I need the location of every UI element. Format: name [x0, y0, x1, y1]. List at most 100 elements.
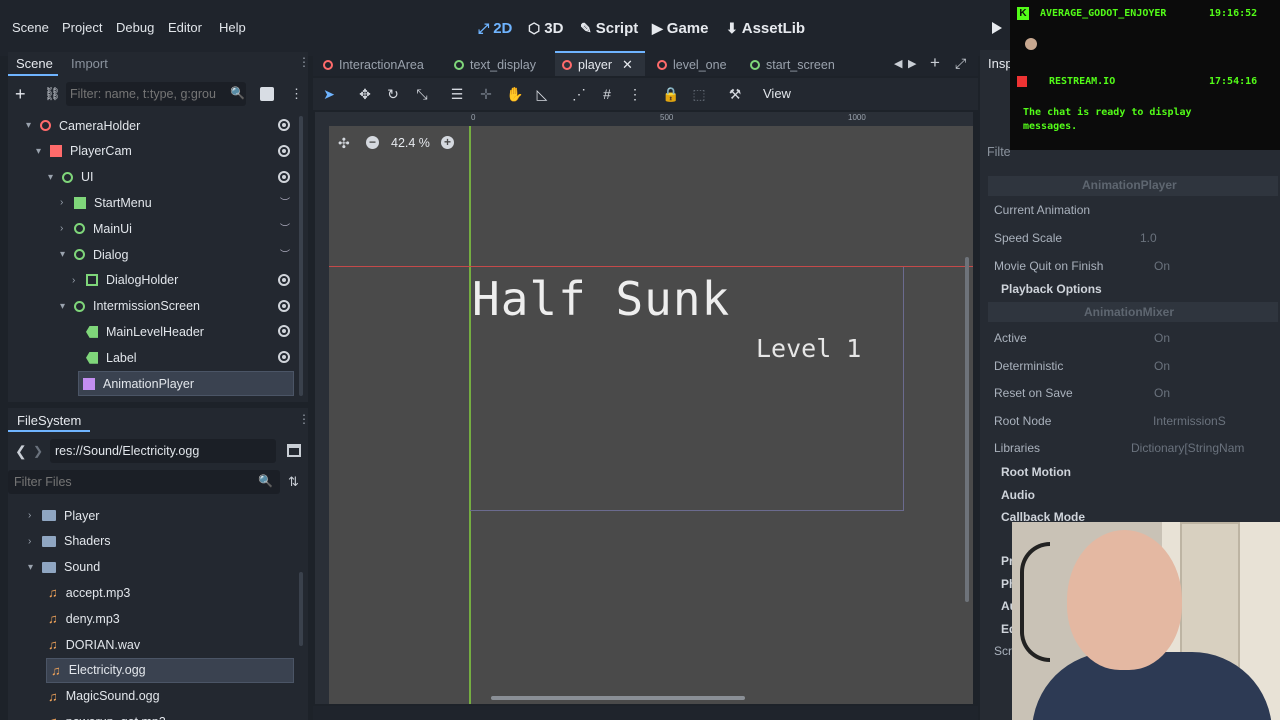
ruler-tool-icon[interactable]: ◺: [533, 85, 551, 103]
lock-icon[interactable]: 🔒: [662, 85, 680, 103]
dock-menu-icon[interactable]: ⋮: [298, 412, 310, 426]
inspector-filter[interactable]: Filte: [987, 145, 1011, 159]
workspace-script-button[interactable]: ✎ Script: [580, 20, 638, 37]
scene-node-animationplayer[interactable]: AnimationPlayer: [78, 371, 294, 396]
scene-node-startmenu[interactable]: › StartMenu ︶: [8, 190, 300, 215]
chevron-icon[interactable]: ›: [28, 510, 40, 521]
visibility-eye-icon[interactable]: [278, 144, 290, 157]
back-arrow-icon[interactable]: ❮: [15, 443, 27, 460]
inspector-property-value[interactable]: On: [1154, 259, 1170, 273]
inspector-property-value[interactable]: Dictionary[StringNam: [1131, 441, 1244, 455]
chevron-icon[interactable]: ▾: [48, 172, 60, 183]
zoom-out-icon[interactable]: −: [366, 136, 379, 149]
rotate-tool-icon[interactable]: ↻: [384, 85, 402, 103]
chevron-icon[interactable]: ▾: [28, 562, 40, 573]
add-node-icon[interactable]: +: [15, 84, 26, 105]
menu-editor[interactable]: Editor: [168, 20, 202, 35]
inspector-section[interactable]: Root Motion: [1001, 465, 1071, 479]
forward-arrow-icon[interactable]: ❯: [33, 444, 43, 458]
scene-filter-input[interactable]: [70, 84, 230, 104]
inspector-property-value[interactable]: 1.0: [1140, 231, 1157, 245]
tab-import[interactable]: Import: [71, 56, 108, 71]
workspace-game-button[interactable]: ▶ Game: [652, 20, 708, 37]
view-menu[interactable]: View: [763, 86, 791, 101]
fold-icon[interactable]: ︶: [280, 246, 290, 261]
close-icon[interactable]: ✕: [622, 57, 633, 73]
inspector-property-value[interactable]: IntermissionS: [1153, 414, 1226, 428]
workspace-2d-button[interactable]: ⤢ 2D: [478, 20, 512, 37]
group-icon[interactable]: ⬚: [690, 85, 708, 103]
visibility-eye-icon[interactable]: [278, 273, 290, 286]
chevron-icon[interactable]: ▾: [36, 146, 48, 157]
canvas-viewport[interactable]: Half Sunk Level 1: [315, 112, 973, 704]
snap-options-icon[interactable]: ⋮: [626, 85, 644, 103]
scene-node-mainlevelheader[interactable]: MainLevelHeader: [8, 319, 300, 344]
fold-icon[interactable]: ︶: [280, 220, 290, 235]
scene-options-icon[interactable]: ⋮: [290, 86, 303, 102]
playback-options-section[interactable]: Playback Options: [1001, 282, 1102, 296]
play-button[interactable]: [992, 22, 1002, 34]
file-deny-mp3[interactable]: ♫ deny.mp3: [18, 606, 296, 631]
file-accept-mp3[interactable]: ♫ accept.mp3: [18, 580, 296, 605]
tab-text-display[interactable]: text_display: [454, 55, 536, 75]
chevron-icon[interactable]: ›: [60, 223, 72, 234]
script-icon[interactable]: [260, 87, 274, 101]
inspector-property-value[interactable]: On: [1154, 331, 1170, 345]
workspace-assetlib-button[interactable]: ⬇ AssetLib: [726, 20, 805, 37]
tab-start-screen[interactable]: start_screen: [750, 55, 835, 75]
inspector-property-value[interactable]: On: [1154, 386, 1170, 400]
menu-help[interactable]: Help: [219, 20, 246, 35]
smart-snap-icon[interactable]: ⋰: [570, 85, 588, 103]
horizontal-scrollbar[interactable]: [491, 696, 745, 700]
dock-menu-icon[interactable]: ⋮: [298, 55, 310, 69]
pan-tool-icon[interactable]: ✋: [506, 85, 524, 103]
visibility-eye-icon[interactable]: [278, 119, 290, 131]
tab-scroll-right-icon[interactable]: ▶: [908, 57, 916, 70]
sort-icon[interactable]: ⇅: [288, 474, 299, 490]
scene-node-dialog[interactable]: ▾ Dialog ︶: [8, 242, 300, 267]
visibility-eye-icon[interactable]: [278, 299, 290, 312]
workspace-3d-button[interactable]: ⬡ 3D: [528, 20, 563, 37]
scene-dock-scrollbar[interactable]: [299, 116, 303, 396]
chevron-icon[interactable]: ›: [60, 197, 72, 208]
tab-scroll-left-icon[interactable]: ◀: [894, 57, 902, 70]
chevron-icon[interactable]: ▾: [60, 301, 72, 312]
file-dorian-wav[interactable]: ♫ DORIAN.wav: [18, 632, 296, 657]
visibility-eye-icon[interactable]: [278, 351, 290, 364]
center-view-icon[interactable]: ✣: [338, 135, 350, 152]
chevron-icon[interactable]: ▾: [60, 249, 72, 260]
visibility-eye-icon[interactable]: [278, 325, 290, 338]
distraction-free-icon[interactable]: ⤢: [955, 55, 966, 72]
scene-node-mainui[interactable]: › MainUi ︶: [8, 216, 300, 241]
tab-level-one[interactable]: level_one: [657, 55, 727, 75]
link-icon[interactable]: ⛓: [44, 86, 61, 102]
move-tool-icon[interactable]: ✥: [356, 85, 374, 103]
scene-node-playercam[interactable]: ▾ PlayerCam: [8, 139, 300, 164]
bone-icon[interactable]: ⚒: [726, 85, 744, 103]
tab-player[interactable]: player ✕: [562, 55, 633, 75]
chevron-icon[interactable]: ›: [72, 275, 84, 286]
folder-shaders[interactable]: › Shaders: [18, 529, 296, 554]
pivot-tool-icon[interactable]: ✛: [477, 85, 495, 103]
inspector-property-value[interactable]: On: [1154, 359, 1170, 373]
select-tool-icon[interactable]: ➤: [320, 85, 338, 103]
zoom-in-icon[interactable]: +: [441, 136, 454, 149]
filesystem-scrollbar[interactable]: [299, 572, 303, 646]
split-view-icon[interactable]: [287, 444, 301, 457]
folder-player[interactable]: › Player: [18, 503, 296, 528]
visibility-eye-icon[interactable]: [278, 170, 290, 183]
scale-tool-icon[interactable]: ⤡: [413, 85, 431, 103]
file-powerup-get-mp3[interactable]: ♫ powerup_get.mp3: [18, 709, 296, 720]
vertical-scrollbar[interactable]: [965, 257, 969, 602]
scene-node-dialogholder[interactable]: › DialogHolder: [8, 268, 300, 293]
folder-sound[interactable]: ▾ Sound: [18, 555, 296, 580]
fold-icon[interactable]: ︶: [280, 194, 290, 209]
grid-snap-icon[interactable]: #: [598, 85, 616, 103]
menu-debug[interactable]: Debug: [116, 20, 154, 35]
zoom-level[interactable]: 42.4 %: [391, 136, 430, 150]
scene-node-cameraholder[interactable]: ▾ CameraHolder: [8, 113, 300, 138]
file-filter-input[interactable]: [14, 473, 244, 491]
scene-node-label[interactable]: Label: [8, 345, 300, 370]
tab-inspector[interactable]: Insp: [988, 56, 1013, 71]
scene-node-ui[interactable]: ▾ UI: [8, 165, 300, 190]
